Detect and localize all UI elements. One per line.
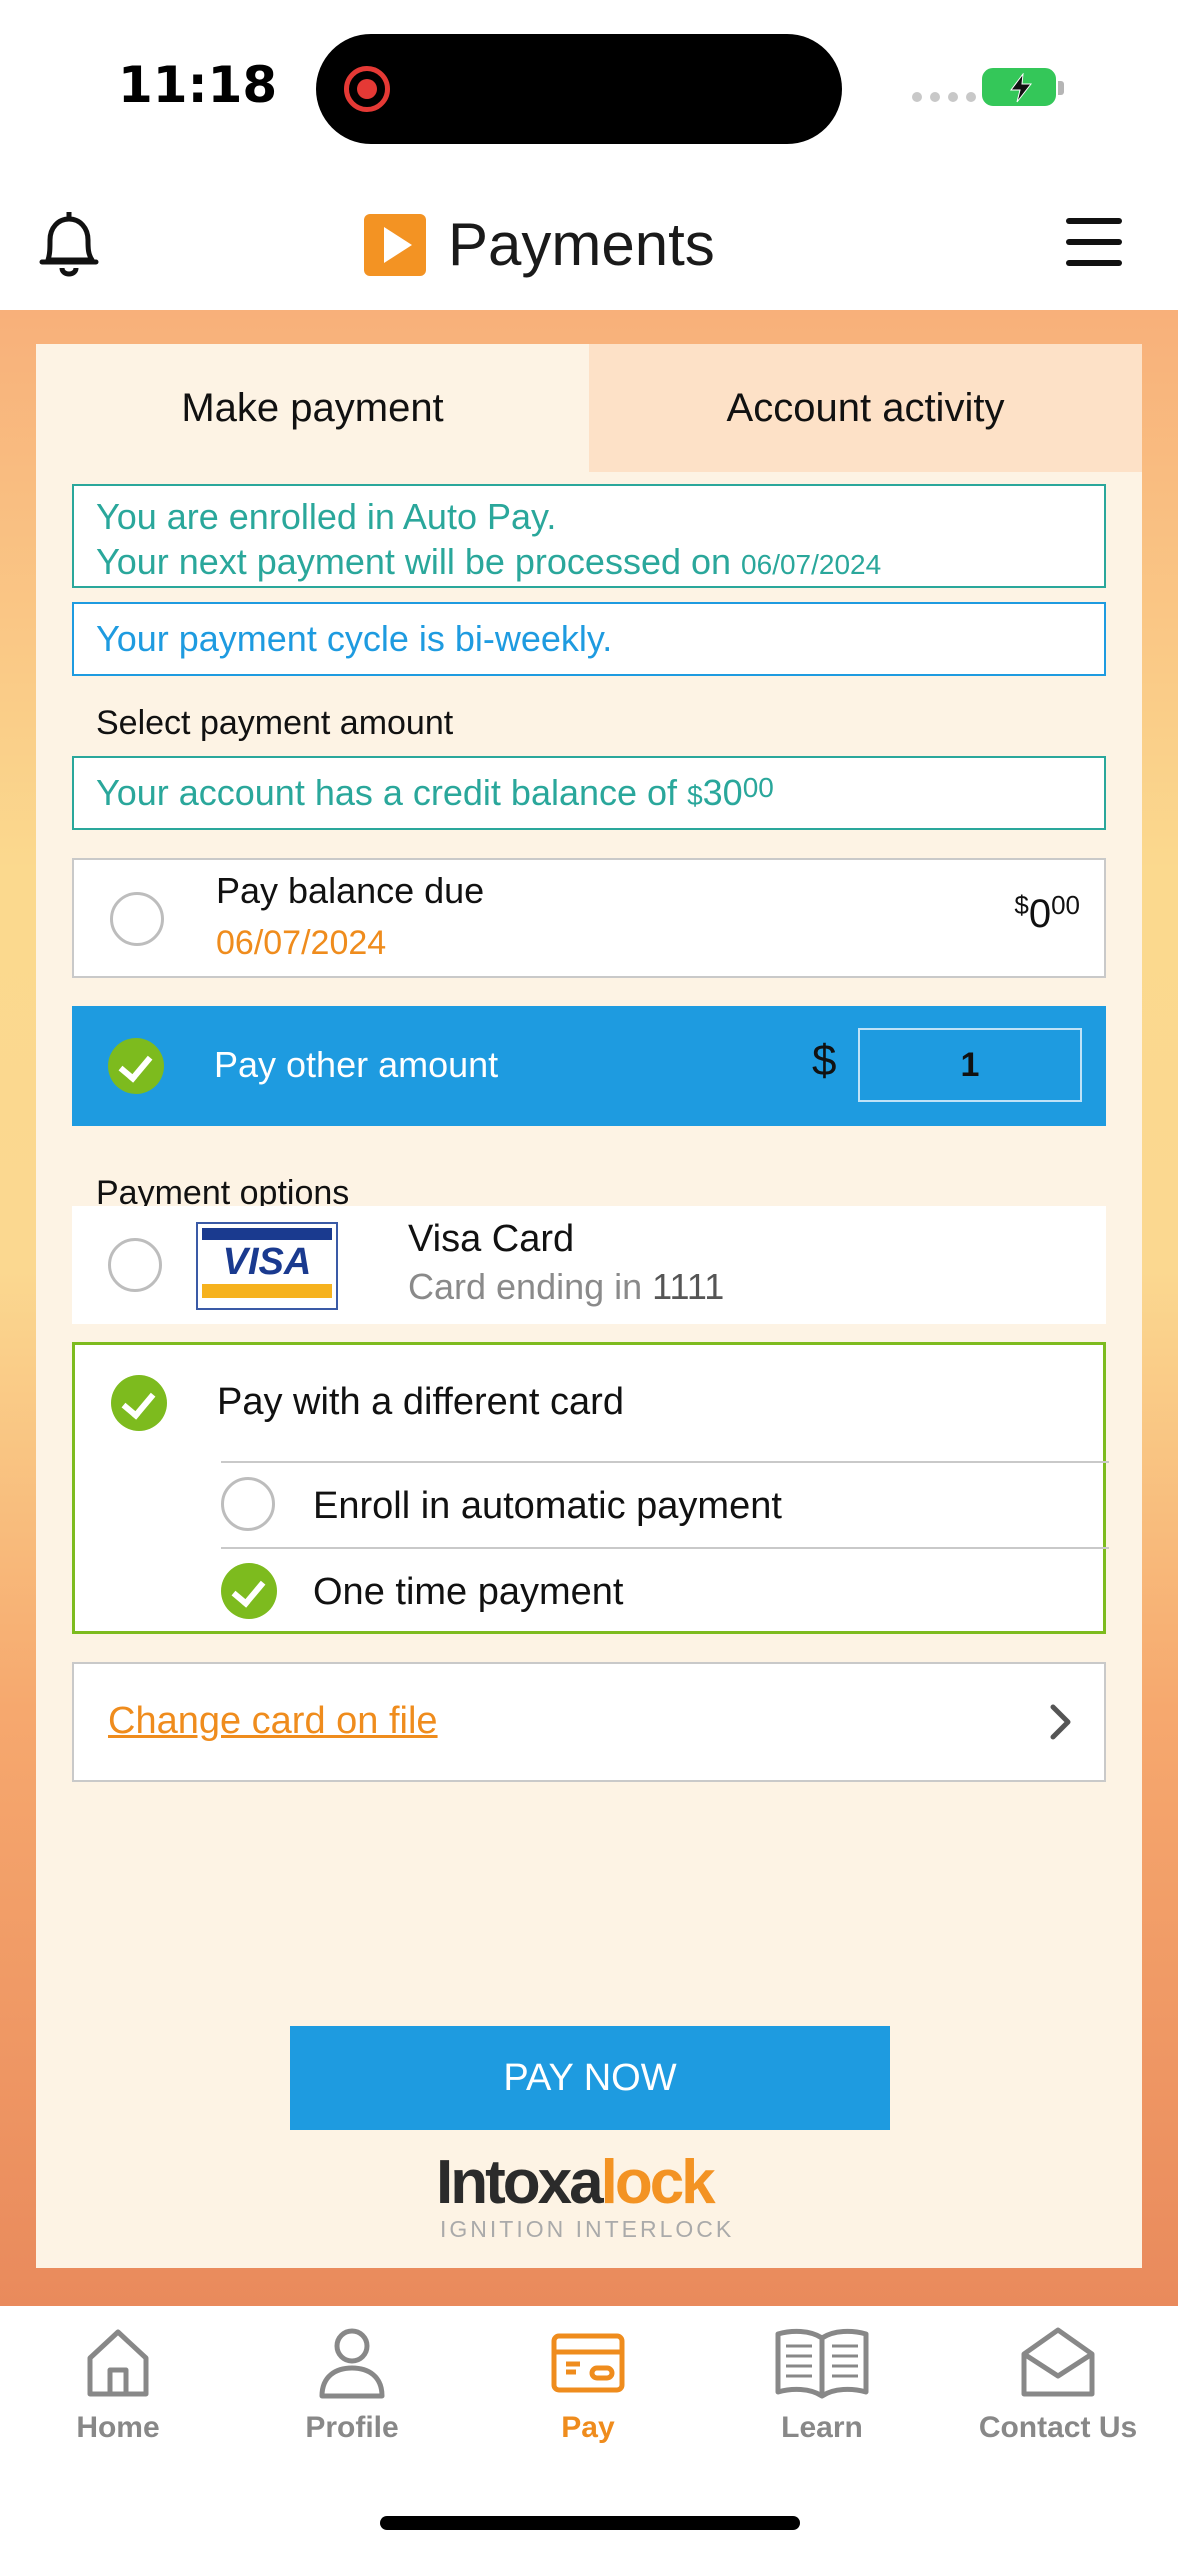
profile-icon <box>319 2328 385 2399</box>
nav-pay-label: Pay <box>561 2411 615 2444</box>
different-card-checked-icon[interactable] <box>111 1375 167 1431</box>
envelope-icon <box>1021 2327 1095 2397</box>
dynamic-island <box>316 34 842 144</box>
pay-other-label: Pay other amount <box>214 1044 499 1085</box>
change-card-link[interactable]: Change card on file <box>108 1700 438 1743</box>
pay-other-amount-option[interactable]: Pay other amount $ <box>72 1006 1106 1126</box>
tab-account-activity[interactable]: Account activity <box>589 344 1142 472</box>
brand-name-orange: lock <box>600 2148 716 2217</box>
credit-currency: $ <box>687 780 703 811</box>
nav-profile-label: Profile <box>305 2411 399 2444</box>
credit-balance-notice: Your account has a credit balance of $30… <box>72 756 1106 830</box>
pay-balance-radio[interactable] <box>110 892 164 946</box>
pay-now-button[interactable]: PAY NOW <box>290 2026 890 2130</box>
hamburger-menu-icon[interactable] <box>1066 218 1122 266</box>
credit-cents: 00 <box>742 772 774 803</box>
nav-home[interactable]: Home <box>18 2324 218 2445</box>
visa-logo-text: VISA <box>222 1241 312 1283</box>
autopay-notice-line2: Your next payment will be processed on 0… <box>96 539 1082 587</box>
pay-balance-date: 06/07/2024 <box>216 924 387 962</box>
brand-name-dark: Intoxa <box>436 2148 604 2217</box>
home-icon <box>87 2329 149 2397</box>
payment-cycle-notice: Your payment cycle is bi-weekly. <box>72 602 1106 676</box>
app-logo-icon <box>364 213 426 276</box>
payment-card: Make payment Account activity You are en… <box>36 344 1142 2268</box>
visa-card-option[interactable]: VISA Visa Card Card ending in 1111 <box>72 1206 1106 1324</box>
autopay-notice: You are enrolled in Auto Pay. Your next … <box>72 484 1106 588</box>
one-time-checked-icon[interactable] <box>221 1563 277 1619</box>
one-time-payment-label: One time payment <box>313 1571 624 1613</box>
balance-dollars: 0 <box>1028 892 1052 936</box>
book-icon <box>775 2328 869 2399</box>
home-indicator[interactable] <box>380 2516 800 2530</box>
other-amount-input[interactable] <box>858 1028 1082 1102</box>
tab-make-payment[interactable]: Make payment <box>36 344 589 472</box>
status-time: 11:18 <box>118 56 278 114</box>
enroll-autopay-radio[interactable] <box>221 1477 275 1531</box>
nav-contact-us[interactable]: Contact Us <box>958 2324 1158 2445</box>
chevron-right-icon <box>1048 1702 1074 1747</box>
nav-contact-label: Contact Us <box>978 2411 1138 2444</box>
status-bar: 11:18 <box>0 0 1178 180</box>
screen-recording-icon <box>344 66 390 112</box>
intoxalock-logo: Intoxalock IGNITION INTERLOCK <box>436 2152 756 2243</box>
visa-card-name: Visa Card <box>408 1218 575 1260</box>
tab-bar: Make payment Account activity <box>36 344 1142 472</box>
change-card-row[interactable]: Change card on file <box>72 1662 1106 1782</box>
autopay-notice-line1: You are enrolled in Auto Pay. <box>96 496 557 537</box>
notifications-bell-icon[interactable] <box>34 204 104 288</box>
credit-dollars: 30 <box>702 772 743 813</box>
card-icon <box>551 2333 625 2393</box>
visa-logo-icon: VISA <box>196 1222 338 1310</box>
page-title: Payments <box>448 211 715 278</box>
balance-currency: $ <box>1014 890 1029 920</box>
visa-card-radio[interactable] <box>108 1238 162 1292</box>
cellular-signal-icon <box>912 92 976 102</box>
card-ending-text: Card ending in <box>408 1266 653 1307</box>
pay-other-checked-icon[interactable] <box>108 1038 164 1094</box>
credit-balance-text: Your account has a credit balance of <box>96 772 688 813</box>
card-ending-digits: 1111 <box>652 1266 725 1307</box>
pay-other-currency: $ <box>812 1036 837 1085</box>
pay-balance-amount: $000 <box>1014 890 1080 937</box>
enroll-autopay-option[interactable]: Enroll in automatic payment <box>221 1461 1109 1547</box>
select-amount-label: Select payment amount <box>96 704 454 742</box>
pay-balance-option[interactable]: Pay balance due 06/07/2024 $000 <box>72 858 1106 978</box>
battery-charging-icon <box>982 68 1064 106</box>
header-title-group: Payments <box>364 210 715 279</box>
enroll-autopay-label: Enroll in automatic payment <box>313 1485 782 1527</box>
autopay-date: 06/07/2024 <box>741 549 882 580</box>
balance-cents: 00 <box>1051 890 1080 920</box>
brand-tagline: IGNITION INTERLOCK <box>440 2216 735 2242</box>
one-time-payment-option[interactable]: One time payment <box>221 1547 1109 1633</box>
nav-learn-label: Learn <box>781 2411 863 2444</box>
autopay-next-text: Your next payment will be processed on <box>96 541 742 582</box>
nav-pay[interactable]: Pay <box>488 2324 688 2445</box>
nav-home-label: Home <box>76 2411 160 2444</box>
visa-card-ending: Card ending in 1111 <box>408 1266 724 1308</box>
pay-balance-label: Pay balance due <box>216 870 485 911</box>
different-card-label: Pay with a different card <box>217 1381 624 1423</box>
nav-learn[interactable]: Learn <box>722 2324 922 2445</box>
app-header: Payments <box>0 180 1178 310</box>
nav-profile[interactable]: Profile <box>252 2324 452 2445</box>
different-card-option[interactable]: Pay with a different card Enroll in auto… <box>72 1342 1109 1634</box>
